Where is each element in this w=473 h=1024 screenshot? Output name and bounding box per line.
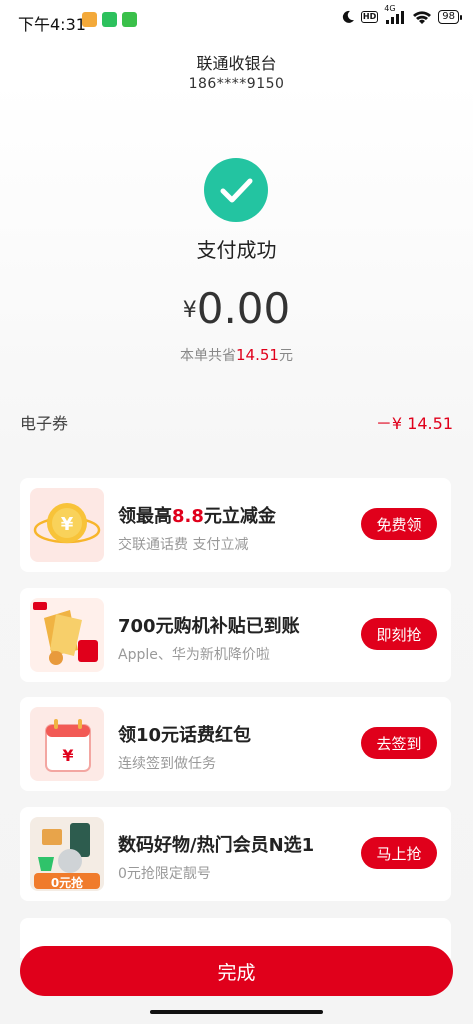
gold-coin-icon: ¥ — [30, 488, 104, 562]
phone-number: 186****9150 — [188, 76, 285, 92]
digital-goods-icon: 0元抢 — [30, 817, 104, 891]
promo-card-digital-goods[interactable]: 0元抢 数码好物/热门会员N选1 0元抢限定靓号 马上抢 — [20, 807, 451, 901]
status-indicators: HD 4G 98 — [341, 4, 462, 24]
coupon-label: 电子券 — [20, 414, 69, 433]
done-button[interactable]: 完成 — [20, 946, 453, 996]
wifi-icon — [413, 11, 432, 24]
wechat-icon — [102, 12, 117, 27]
payment-status: 支付成功 — [196, 238, 277, 262]
card-subtitle: 连续签到做任务 — [118, 756, 216, 772]
promo-card-phone-subsidy[interactable]: 700元购机补贴已到账 Apple、华为新机降价啦 即刻抢 — [20, 588, 451, 682]
status-time: 下午4:31 — [18, 15, 86, 34]
svg-text:¥: ¥ — [62, 746, 73, 765]
coupon-amount: －¥ 14.51 — [375, 414, 453, 433]
saved-suffix: 元 — [278, 348, 293, 364]
grab-quickly-button[interactable]: 马上抢 — [361, 837, 437, 869]
subsidy-tickets-icon — [30, 598, 104, 672]
calendar-red-packet-icon: ¥ — [30, 707, 104, 781]
battery-icon: 98 — [438, 10, 462, 24]
grab-now-button[interactable]: 即刻抢 — [361, 618, 437, 650]
card-subtitle: 0元抢限定靓号 — [118, 866, 211, 882]
notification-app-icon — [82, 12, 97, 27]
svg-text:¥: ¥ — [61, 514, 74, 535]
home-indicator[interactable] — [150, 1010, 323, 1014]
promo-card-red-packet[interactable]: ¥ 领10元话费红包 连续签到做任务 去签到 — [20, 697, 451, 791]
hd-icon: HD — [360, 11, 379, 23]
saved-prefix: 本单共省 — [180, 348, 237, 364]
page-title: 联通收银台 — [196, 54, 277, 73]
card-title: 领最高8.8元立减金 — [118, 506, 276, 527]
success-check-icon — [204, 158, 268, 222]
coupon-row: 电子券 －¥ 14.51 — [20, 410, 453, 434]
app-notification-icon — [122, 12, 137, 27]
card-subtitle: 交联通话费 支付立减 — [118, 537, 249, 553]
card-subtitle: Apple、华为新机降价啦 — [118, 647, 270, 663]
cashier-header: 联通收银台 186****9150 — [0, 50, 473, 92]
promo-card-cashback[interactable]: ¥ 领最高8.8元立减金 交联通话费 支付立减 免费领 — [20, 478, 451, 572]
check-in-button[interactable]: 去签到 — [361, 727, 437, 759]
claim-free-button[interactable]: 免费领 — [361, 508, 437, 540]
card-title: 领10元话费红包 — [118, 725, 252, 746]
paid-amount: ¥0.00 — [0, 284, 473, 333]
amount-value: 0.00 — [196, 284, 291, 333]
currency-symbol: ¥ — [182, 298, 197, 323]
card-title: 700元购机补贴已到账 — [118, 616, 300, 637]
saved-amount: 14.51 — [236, 346, 279, 364]
status-bar: 下午4:31 HD 4G 98 — [0, 0, 473, 40]
moon-icon — [342, 10, 354, 23]
zero-price-badge: 0元抢 — [50, 876, 84, 890]
savings-summary: 本单共省14.51元 — [0, 345, 473, 365]
card-title: 数码好物/热门会员N选1 — [118, 835, 315, 856]
cell-signal-icon: 4G — [384, 4, 406, 24]
